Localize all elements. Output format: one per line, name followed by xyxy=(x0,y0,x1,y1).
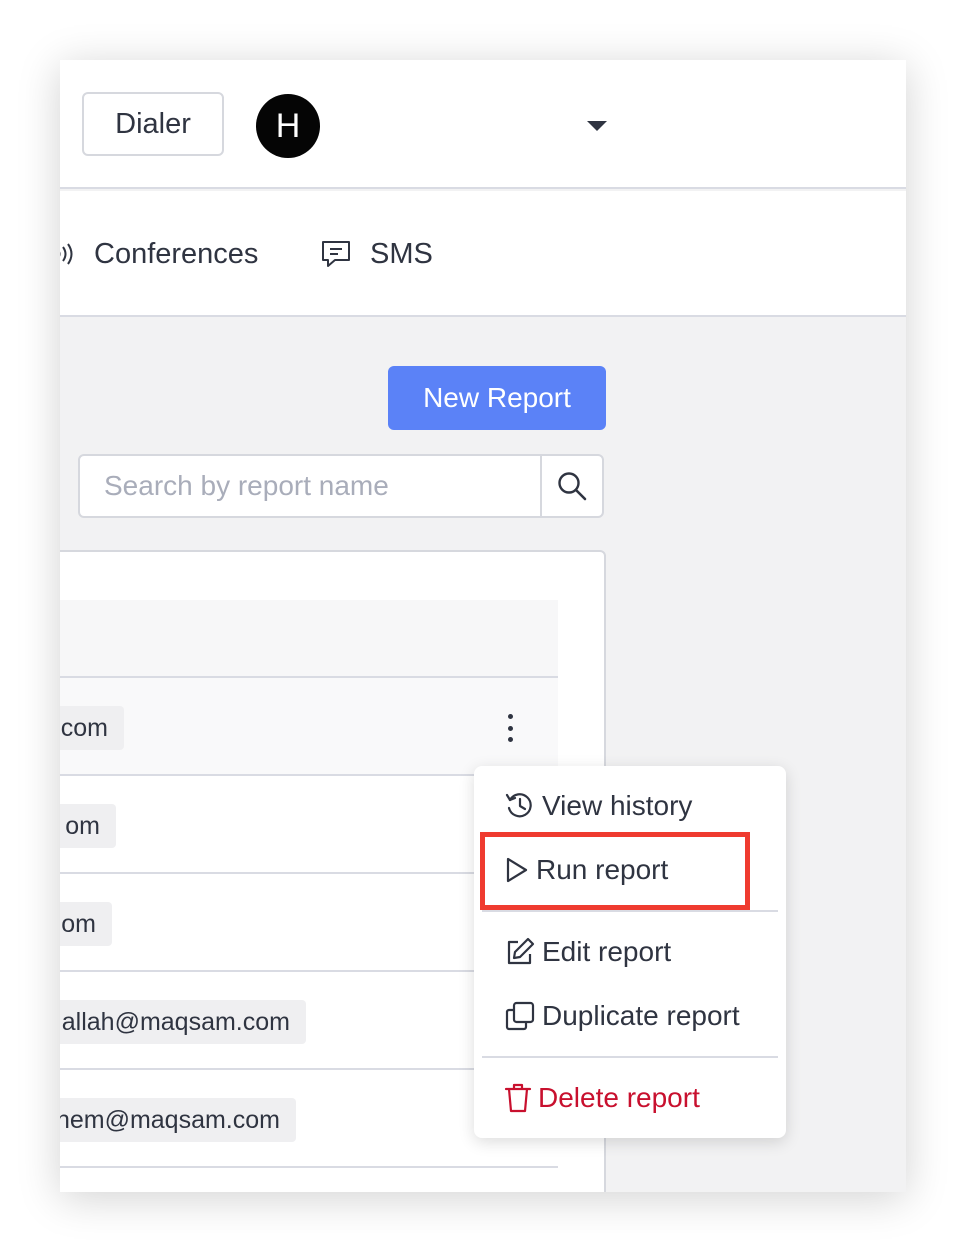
menu-label: Delete report xyxy=(538,1082,700,1113)
trash-icon xyxy=(504,1083,532,1113)
menu-label: Edit report xyxy=(542,936,672,967)
dialer-button[interactable]: Dialer xyxy=(82,92,224,156)
owner-email: om xyxy=(60,902,112,946)
menu-item-delete-report[interactable]: Delete report xyxy=(504,1078,700,1118)
table-row[interactable]: .com xyxy=(60,678,558,776)
owner-email: .com xyxy=(60,706,124,750)
menu-divider xyxy=(482,1056,778,1058)
menu-label: Duplicate report xyxy=(542,1000,740,1031)
search-bar xyxy=(78,454,604,518)
avatar[interactable]: H xyxy=(256,94,320,158)
menu-item-edit-report[interactable]: Edit report xyxy=(504,932,671,972)
menu-item-view-history[interactable]: View history xyxy=(504,786,692,826)
message-icon xyxy=(322,241,350,267)
app-window: Dialer H Conferences SMS New Report Sear… xyxy=(60,60,906,1192)
menu-label: View history xyxy=(542,790,693,821)
duplicate-icon xyxy=(505,1001,535,1031)
nav-item-conferences[interactable]: Conferences xyxy=(60,236,258,272)
owner-email: hem@maqsam.com xyxy=(60,1098,296,1142)
top-bar: Dialer H xyxy=(60,60,906,189)
search-input[interactable] xyxy=(80,456,540,516)
run-report-highlight xyxy=(480,832,750,910)
main-nav: Conferences SMS xyxy=(60,191,906,317)
table-header xyxy=(60,600,558,678)
menu-divider xyxy=(482,910,778,912)
search-button[interactable] xyxy=(540,456,602,516)
nav-label-sms: SMS xyxy=(370,237,433,270)
edit-icon xyxy=(507,937,535,965)
nav-label-conferences: Conferences xyxy=(94,237,259,270)
new-report-button[interactable]: New Report xyxy=(388,366,606,430)
search-icon xyxy=(558,472,587,501)
report-actions-menu: View history Run report Edit report Dupl… xyxy=(474,766,786,1138)
more-options-icon[interactable] xyxy=(498,714,522,742)
chevron-down-icon[interactable] xyxy=(587,121,607,131)
nav-item-sms[interactable]: SMS xyxy=(320,236,433,272)
owner-email: allah@maqsam.com xyxy=(60,1000,306,1044)
menu-item-duplicate-report[interactable]: Duplicate report xyxy=(504,996,740,1036)
broadcast-icon xyxy=(60,243,73,265)
history-icon xyxy=(505,793,532,818)
owner-email: om xyxy=(60,804,116,848)
